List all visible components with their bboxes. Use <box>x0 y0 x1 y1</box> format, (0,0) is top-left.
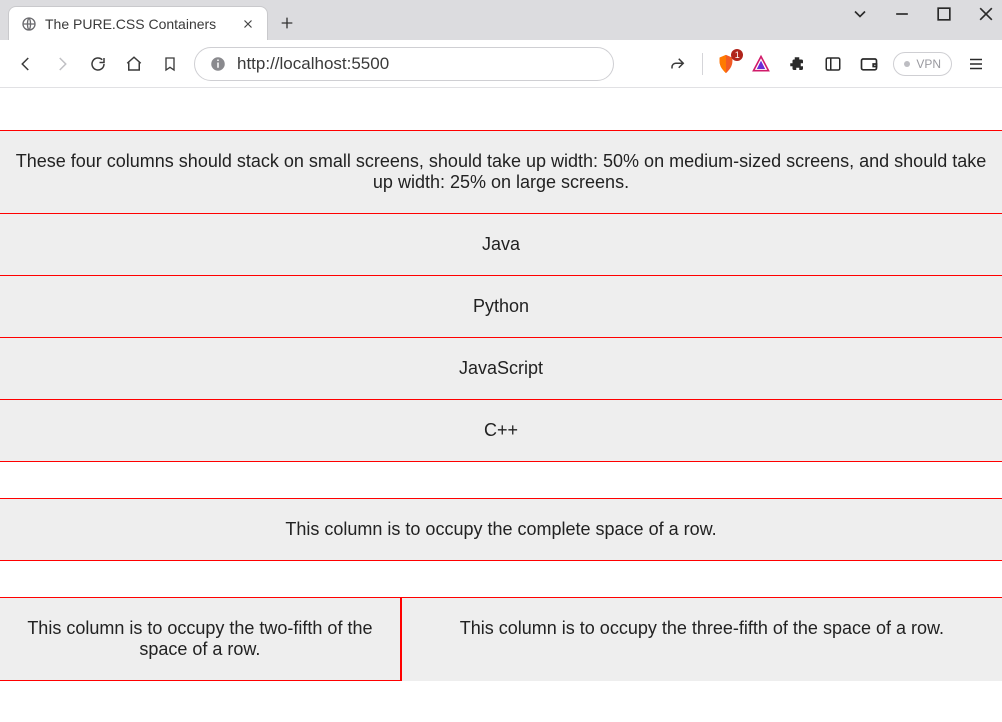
toolbar-divider <box>702 53 703 75</box>
active-tab[interactable]: The PURE.CSS Containers <box>8 6 268 40</box>
url-input[interactable] <box>237 54 599 74</box>
window-controls <box>850 4 996 24</box>
intro-text: These four columns should stack on small… <box>16 151 987 192</box>
back-button[interactable] <box>14 52 38 76</box>
close-window-button[interactable] <box>976 4 996 24</box>
page-content: These four columns should stack on small… <box>0 88 1002 681</box>
tab-bar: The PURE.CSS Containers <box>0 0 1002 40</box>
vpn-button[interactable]: VPN <box>893 52 952 76</box>
shield-count-badge: 1 <box>731 49 743 61</box>
brave-rewards-icon[interactable] <box>749 52 773 76</box>
bookmark-icon[interactable] <box>158 52 182 76</box>
two-fifth-text: This column is to occupy the two-fifth o… <box>27 618 372 659</box>
fifths-row: This column is to occupy the two-fifth o… <box>0 597 1002 681</box>
two-fifth-column: This column is to occupy the two-fifth o… <box>0 597 401 681</box>
lang-label: Python <box>473 296 529 316</box>
lang-label: JavaScript <box>459 358 543 378</box>
wallet-icon[interactable] <box>857 52 881 76</box>
spacer <box>0 462 1002 498</box>
chevron-down-icon[interactable] <box>850 4 870 24</box>
tab-title: The PURE.CSS Containers <box>45 16 231 32</box>
site-info-icon[interactable] <box>209 55 227 73</box>
minimize-button[interactable] <box>892 4 912 24</box>
lang-label: Java <box>482 234 520 254</box>
full-row-text: This column is to occupy the complete sp… <box>285 519 716 539</box>
lang-label: C++ <box>484 420 518 440</box>
reload-button[interactable] <box>86 52 110 76</box>
lang-row-javascript: JavaScript <box>0 338 1002 400</box>
full-width-row: This column is to occupy the complete sp… <box>0 498 1002 561</box>
vpn-status-dot <box>904 61 910 67</box>
brave-shield-icon[interactable]: 1 <box>715 53 737 75</box>
share-icon[interactable] <box>666 52 690 76</box>
lang-row-cpp: C++ <box>0 400 1002 462</box>
maximize-button[interactable] <box>934 4 954 24</box>
toolbar-right: 1 VPN <box>666 52 988 76</box>
close-tab-button[interactable] <box>239 15 257 33</box>
spacer <box>0 561 1002 597</box>
menu-button[interactable] <box>964 52 988 76</box>
lang-row-java: Java <box>0 214 1002 276</box>
vpn-label: VPN <box>916 57 941 71</box>
globe-icon <box>21 16 37 32</box>
address-bar[interactable] <box>194 47 614 81</box>
browser-chrome: The PURE.CSS Containers <box>0 0 1002 88</box>
responsive-grid-demo: These four columns should stack on small… <box>0 130 1002 462</box>
extensions-icon[interactable] <box>785 52 809 76</box>
three-fifth-column: This column is to occupy the three-fifth… <box>401 597 1002 681</box>
sidebar-toggle-icon[interactable] <box>821 52 845 76</box>
toolbar: 1 VPN <box>0 40 1002 88</box>
three-fifth-text: This column is to occupy the three-fifth… <box>460 618 944 638</box>
new-tab-button[interactable] <box>272 8 302 38</box>
lang-row-python: Python <box>0 276 1002 338</box>
forward-button[interactable] <box>50 52 74 76</box>
home-button[interactable] <box>122 52 146 76</box>
intro-row: These four columns should stack on small… <box>0 130 1002 214</box>
